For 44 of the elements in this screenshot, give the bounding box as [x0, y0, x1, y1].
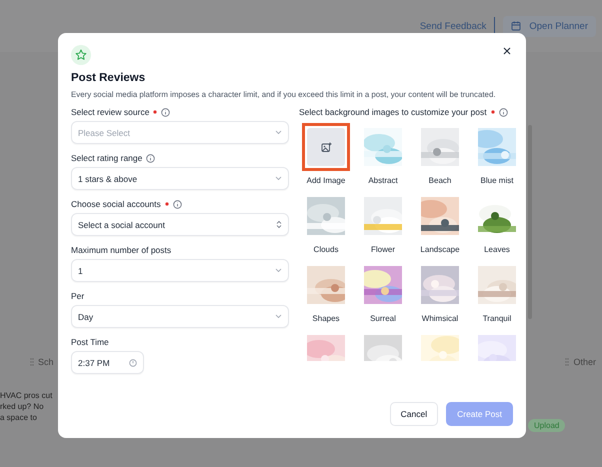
select-field[interactable]: Day: [71, 305, 289, 328]
image-tile[interactable]: Tranquil: [470, 261, 524, 324]
image-tile[interactable]: Whimsical: [413, 261, 467, 324]
field-label: Select review source: [71, 107, 150, 117]
time-field[interactable]: 2:37 PM: [71, 351, 144, 374]
info-icon: [498, 108, 508, 116]
image-tile[interactable]: Clouds: [299, 192, 353, 255]
column-title: Other: [573, 357, 596, 367]
field-label: Select background images to customize your post: [299, 107, 487, 117]
field-label: Maximum number of posts: [71, 245, 172, 255]
clock-icon: [129, 358, 137, 366]
image-tile[interactable]: Abstract: [356, 123, 410, 186]
chevron-down-icon: [275, 130, 282, 135]
chevron-down-icon: [275, 268, 282, 273]
field-label: Per: [71, 291, 84, 301]
field-label: Select rating range: [71, 153, 142, 163]
image-tile[interactable]: Landscape: [413, 192, 467, 255]
sort-icon: [276, 220, 282, 229]
combobox-field[interactable]: Select a social account: [71, 213, 289, 236]
image-tile[interactable]: Beach: [413, 123, 467, 186]
drag-handle-icon: [30, 358, 34, 366]
image-tile[interactable]: Leaves: [470, 192, 524, 255]
post-text: rked up? No: [0, 402, 44, 411]
chevron-down-icon: [275, 314, 282, 319]
post-text: a space to: [0, 413, 37, 422]
add-image-icon: [320, 142, 332, 152]
image-tile[interactable]: Flower: [356, 192, 410, 255]
drag-handle-icon: [565, 358, 570, 366]
calendar-icon: [511, 21, 522, 31]
image-tile[interactable]: Shapes: [299, 261, 353, 324]
field-label: Choose social accounts: [71, 199, 161, 209]
column-title: Sch: [38, 357, 54, 367]
cancel-button[interactable]: Cancel: [390, 402, 438, 426]
field-label: Post Time: [71, 337, 109, 347]
status-badge: Upload: [528, 419, 566, 432]
image-tile[interactable]: Blue mist: [470, 123, 524, 186]
image-tile[interactable]: Surreal: [356, 261, 410, 324]
close-icon: [503, 47, 511, 55]
post-text: HVAC pros cut: [0, 391, 52, 400]
close-button[interactable]: [501, 45, 513, 57]
select-field[interactable]: 1: [71, 259, 289, 282]
chevron-down-icon: [275, 176, 282, 181]
dialog-title: Post Reviews: [71, 72, 146, 84]
select-field[interactable]: 1 stars & above: [71, 167, 289, 190]
